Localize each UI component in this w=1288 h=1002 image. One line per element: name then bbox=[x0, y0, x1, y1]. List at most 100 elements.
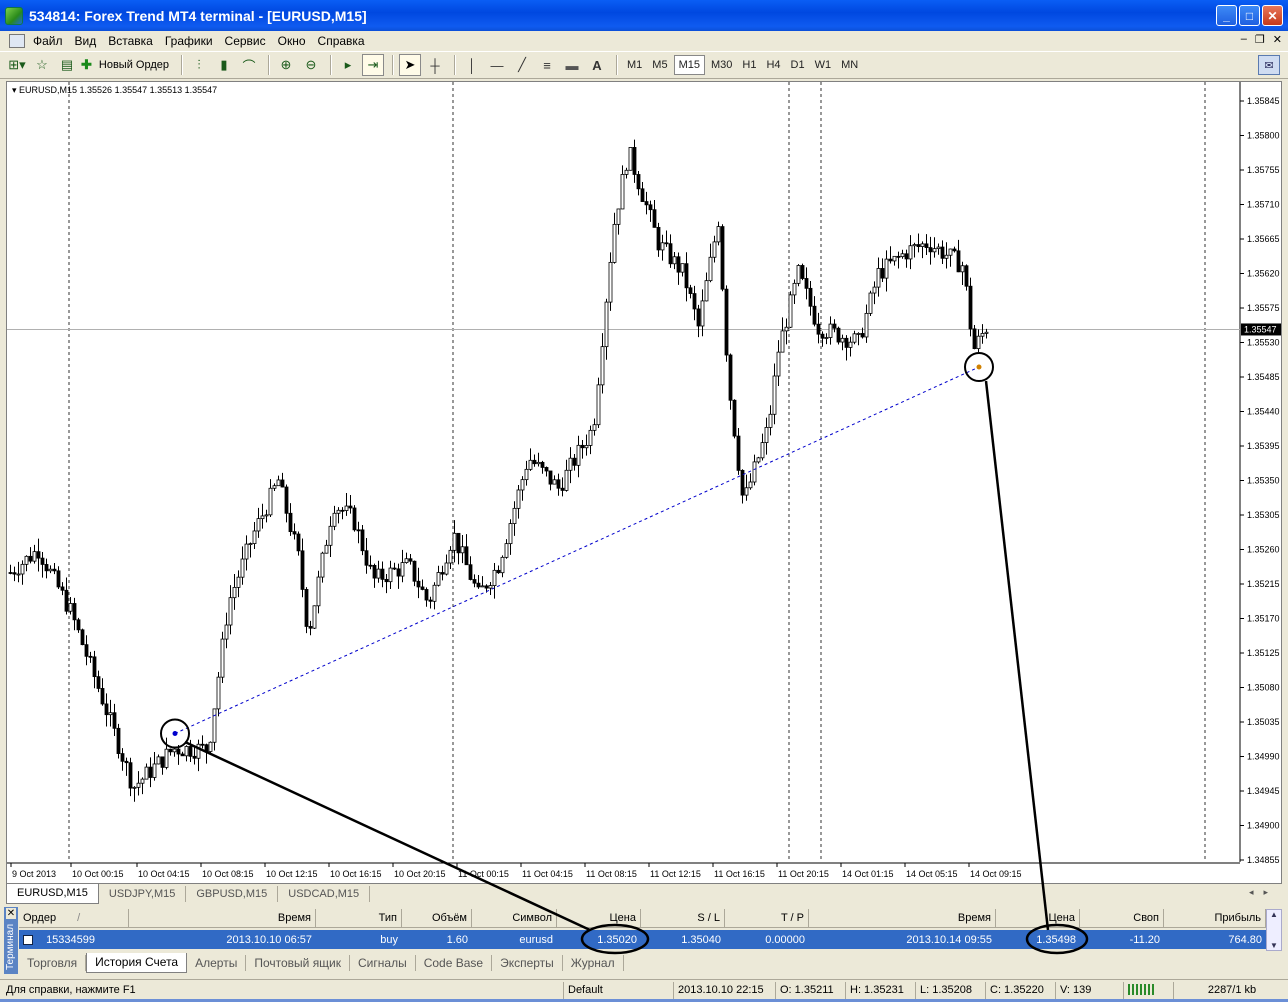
mdi-minimize-icon[interactable]: – bbox=[1241, 33, 1247, 46]
terminal-scrollbar[interactable]: ▲ ▼ bbox=[1266, 909, 1282, 951]
col-symbol[interactable]: Символ bbox=[472, 909, 557, 928]
tab-code-base[interactable]: Code Base bbox=[416, 955, 493, 971]
col-order[interactable]: Ордер / bbox=[19, 909, 129, 928]
connection-bars-icon[interactable] bbox=[1123, 982, 1173, 999]
timeframe-mn[interactable]: MN bbox=[837, 55, 862, 75]
candle-body bbox=[268, 487, 273, 516]
chart-shift-icon[interactable]: ⇥ bbox=[362, 54, 384, 76]
candle-body bbox=[576, 444, 581, 466]
menu-file[interactable]: Файл bbox=[33, 34, 71, 48]
new-chart-icon[interactable]: ⊞▾ bbox=[6, 54, 28, 76]
col-type[interactable]: Тип bbox=[316, 909, 402, 928]
bar-chart-icon[interactable]: ⫶ bbox=[188, 54, 210, 76]
cursor-icon[interactable]: ➤ bbox=[399, 54, 421, 76]
timeframe-w1[interactable]: W1 bbox=[811, 55, 836, 75]
autoscroll-icon[interactable]: ▸ bbox=[337, 54, 359, 76]
col-tp[interactable]: T / P bbox=[725, 909, 809, 928]
col-profit[interactable]: Прибыль bbox=[1164, 909, 1266, 928]
candle-body bbox=[804, 278, 809, 289]
tab-mailbox[interactable]: Почтовый ящик bbox=[246, 955, 351, 971]
market-watch-icon[interactable]: ▤ bbox=[56, 54, 78, 76]
tab-signals[interactable]: Сигналы bbox=[350, 955, 416, 971]
menu-tools[interactable]: Сервис bbox=[225, 34, 274, 48]
zoom-in-icon[interactable]: ⊕ bbox=[275, 54, 297, 76]
tab-trade[interactable]: Торговля bbox=[19, 955, 87, 971]
candle-body bbox=[216, 676, 221, 710]
col-sl[interactable]: S / L bbox=[641, 909, 725, 928]
candle-body bbox=[344, 505, 349, 511]
candle-body bbox=[124, 760, 129, 764]
scroll-up-icon[interactable]: ▲ bbox=[1270, 910, 1278, 919]
tab-journal[interactable]: Журнал bbox=[563, 955, 624, 971]
candle-body bbox=[812, 305, 817, 325]
tab-experts[interactable]: Эксперты bbox=[492, 955, 563, 971]
candle-body bbox=[920, 243, 925, 247]
chart-tab-eurusd[interactable]: EURUSD,M15 bbox=[6, 884, 99, 904]
col-open-time[interactable]: Время bbox=[129, 909, 316, 928]
tab-account-history[interactable]: История Счета bbox=[86, 953, 188, 973]
trade-open-marker bbox=[172, 731, 178, 736]
line-chart-icon[interactable]: ⌒ bbox=[238, 54, 260, 76]
timeframe-m15[interactable]: M15 bbox=[673, 55, 705, 75]
candle-body bbox=[408, 558, 413, 562]
candle-body bbox=[856, 333, 861, 335]
terminal-close-icon[interactable]: ✕ bbox=[6, 908, 16, 919]
price-chart[interactable]: 1.35845 1.35800 1.35755 1.35710 1.35665 1.356… bbox=[7, 82, 1283, 885]
zoom-out-icon[interactable]: ⊖ bbox=[300, 54, 322, 76]
tab-alerts[interactable]: Алерты bbox=[187, 955, 247, 971]
col-volume[interactable]: Объём bbox=[402, 909, 472, 928]
channel-icon[interactable]: ≡ bbox=[536, 54, 558, 76]
trendline-icon[interactable]: ╱ bbox=[511, 54, 533, 76]
menu-window[interactable]: Окно bbox=[278, 34, 314, 48]
candle-body bbox=[908, 245, 913, 260]
window-controls: _ □ ✕ bbox=[1216, 5, 1283, 26]
candlestick-icon[interactable]: ▮ bbox=[213, 54, 235, 76]
chart-tab-gbpusd[interactable]: GBPUSD,M15 bbox=[186, 886, 279, 902]
candle-body bbox=[252, 530, 257, 544]
minimize-button[interactable]: _ bbox=[1216, 5, 1237, 26]
candle-body bbox=[72, 603, 77, 621]
document-icon[interactable] bbox=[9, 34, 25, 48]
status-profile[interactable]: Default bbox=[563, 982, 673, 999]
crosshair-icon[interactable]: ┼ bbox=[424, 54, 446, 76]
chart-tab-usdjpy[interactable]: USDJPY,M15 bbox=[99, 886, 187, 902]
tab-scroll-arrows-icon[interactable]: ◂▸ bbox=[1249, 887, 1278, 898]
close-button[interactable]: ✕ bbox=[1262, 5, 1283, 26]
candle-body bbox=[664, 242, 669, 245]
candle-body bbox=[944, 254, 949, 259]
text-icon[interactable]: A bbox=[586, 54, 608, 76]
timeframe-m30[interactable]: M30 bbox=[707, 55, 736, 75]
chart-window[interactable]: 1.35845 1.35800 1.35755 1.35710 1.35665 1.356… bbox=[6, 81, 1282, 884]
timeframe-h4[interactable]: H4 bbox=[762, 55, 784, 75]
chart-tab-usdcad[interactable]: USDCAD,M15 bbox=[278, 886, 371, 902]
col-open-price[interactable]: Цена bbox=[557, 909, 641, 928]
rectangle-icon[interactable]: ▬ bbox=[561, 54, 583, 76]
time-tick-label: 14 Oct 01:15 bbox=[842, 869, 894, 879]
timeframe-h1[interactable]: H1 bbox=[738, 55, 760, 75]
timeframe-d1[interactable]: D1 bbox=[787, 55, 809, 75]
menu-help[interactable]: Справка bbox=[318, 34, 373, 48]
new-order-button[interactable]: ✚ Новый Ордер bbox=[81, 54, 173, 76]
mdi-restore-icon[interactable]: ❐ bbox=[1255, 33, 1265, 46]
menu-charts[interactable]: Графики bbox=[165, 34, 221, 48]
profiles-icon[interactable]: ☆ bbox=[31, 54, 53, 76]
vertical-line-icon[interactable]: │ bbox=[461, 54, 483, 76]
table-row[interactable]: 15334599 2013.10.10 06:57 buy 1.60 eurus… bbox=[19, 930, 1266, 949]
candle-body bbox=[916, 244, 921, 247]
col-close-price[interactable]: Цена bbox=[996, 909, 1080, 928]
col-close-time[interactable]: Время bbox=[809, 909, 996, 928]
timeframe-m1[interactable]: M1 bbox=[623, 55, 646, 75]
terminal-toggle-icon[interactable]: ✉ bbox=[1258, 55, 1280, 75]
maximize-button[interactable]: □ bbox=[1239, 5, 1260, 26]
horizontal-line-icon[interactable]: — bbox=[486, 54, 508, 76]
price-tick-label: 1.34990 bbox=[1247, 752, 1280, 762]
menu-insert[interactable]: Вставка bbox=[108, 34, 161, 48]
col-swap[interactable]: Своп bbox=[1080, 909, 1164, 928]
menu-view[interactable]: Вид bbox=[75, 34, 105, 48]
scroll-down-icon[interactable]: ▼ bbox=[1270, 941, 1278, 950]
candle-body bbox=[888, 258, 893, 262]
candle-body bbox=[64, 589, 69, 612]
timeframe-m5[interactable]: M5 bbox=[648, 55, 671, 75]
candle-body bbox=[8, 572, 13, 574]
mdi-close-icon[interactable]: ✕ bbox=[1273, 33, 1282, 46]
